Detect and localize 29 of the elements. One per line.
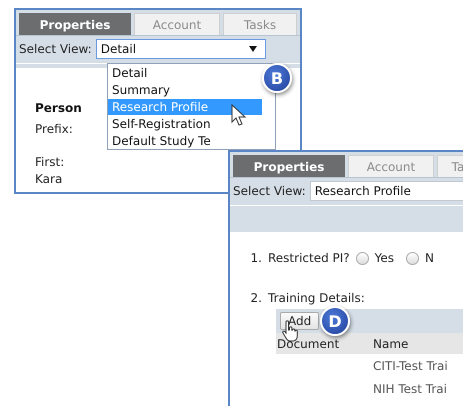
radio-label: N bbox=[425, 251, 434, 265]
caret-icon bbox=[248, 46, 257, 52]
question-number: 2. bbox=[250, 291, 262, 305]
question-label: Training Details: bbox=[268, 291, 365, 305]
column-header: Document bbox=[276, 336, 340, 350]
dropdown-option[interactable]: Detail bbox=[108, 65, 262, 82]
field-value: Kara bbox=[35, 171, 64, 188]
radio-button[interactable] bbox=[356, 252, 369, 264]
select-view-label: Select View: bbox=[233, 184, 306, 198]
cursor-icon bbox=[231, 104, 247, 126]
field-label: Prefix: bbox=[35, 121, 73, 138]
table-cell-text: NIH Test Trai bbox=[372, 382, 448, 396]
dropdown-option[interactable]: Default Study Te bbox=[108, 132, 262, 149]
question-number: 1. bbox=[250, 251, 262, 265]
dropdown-option[interactable]: Self-Registration bbox=[108, 115, 262, 132]
select-view-label: Select View: bbox=[19, 42, 92, 56]
section-title: Person bbox=[35, 101, 82, 115]
table-cell-text: CITI-Test Trai bbox=[372, 358, 449, 372]
radio-button[interactable] bbox=[406, 252, 420, 264]
tab[interactable]: Properties bbox=[233, 155, 345, 177]
view-dropdown[interactable]: Research Profile bbox=[310, 181, 463, 201]
tab[interactable]: Properties bbox=[19, 13, 131, 35]
question-label: Restricted PI? bbox=[268, 251, 350, 265]
dropdown-option[interactable]: Summary bbox=[108, 82, 262, 99]
add-button[interactable]: Add bbox=[280, 312, 320, 330]
radio-label: Yes bbox=[374, 251, 394, 265]
view-dropdown[interactable]: Detail bbox=[96, 39, 266, 59]
field-label: First: bbox=[35, 154, 64, 171]
column-header: Name bbox=[372, 336, 410, 350]
